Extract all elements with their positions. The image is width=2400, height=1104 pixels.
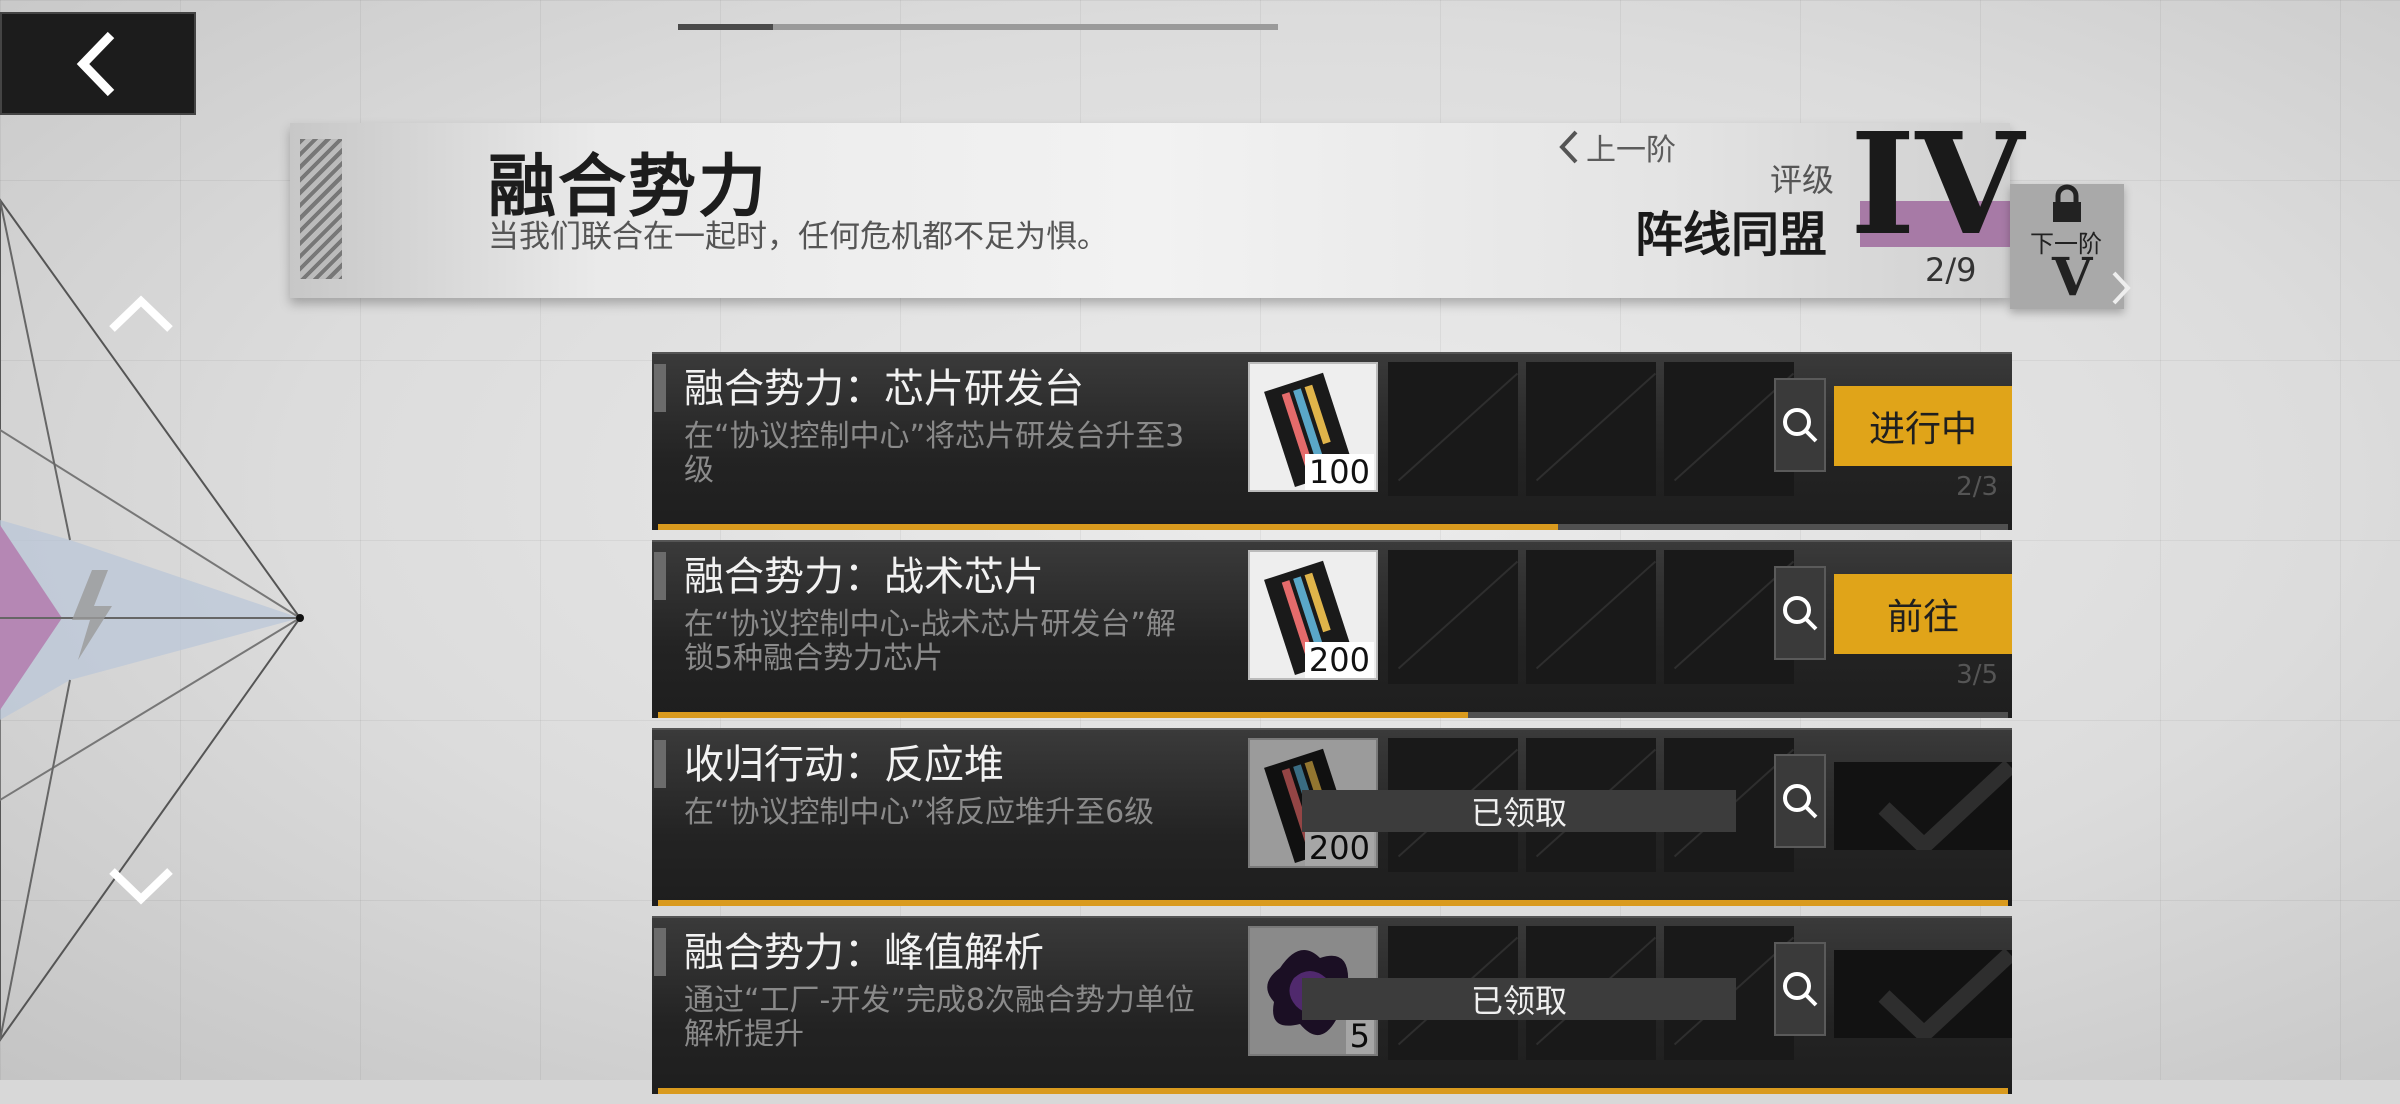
mission-item: 融合势力：峰值解析 通过“工厂-开发”完成8次融合势力单位解析提升 5 已领取 [652, 916, 2012, 1094]
progress-bar [658, 524, 2008, 530]
reward-item[interactable]: 100 [1248, 362, 1378, 492]
reward-count: 200 [1304, 642, 1374, 678]
mission-item: 收归行动：反应堆 在“协议控制中心”将反应堆升至6级 200 已领取 [652, 728, 2012, 906]
mission-title: 收归行动：反应堆 [684, 742, 1004, 788]
claimed-label: 已领取 [1302, 790, 1736, 832]
back-button[interactable] [0, 12, 196, 115]
chevron-down-icon [109, 868, 173, 905]
chevron-left-icon [76, 31, 115, 96]
progress-text: 3/5 [1956, 660, 1998, 690]
search-icon [1783, 784, 1818, 819]
mission-title: 融合势力：芯片研发台 [684, 366, 1084, 412]
chevron-left-icon [1559, 130, 1578, 164]
chevron-right-icon [2112, 271, 2131, 305]
chevron-up-icon [109, 295, 173, 332]
scroll-down-button[interactable] [106, 862, 176, 912]
progress-text: 2/3 [1956, 472, 1998, 502]
top-scroll-indicator [678, 24, 1278, 30]
progress-bar [658, 712, 2008, 718]
empty-slot [1388, 550, 1518, 684]
progress-bar [658, 1088, 2008, 1094]
banner-stripe [300, 139, 342, 279]
mission-description: 在“协议控制中心”将芯片研发台升至3级 [684, 419, 1185, 488]
empty-slot [1526, 550, 1656, 684]
detail-button[interactable] [1774, 566, 1826, 660]
next-tier-button[interactable]: 下一阶 V [2010, 184, 2131, 309]
grade-name: 阵线同盟 [1635, 207, 1828, 263]
search-icon [1783, 408, 1818, 443]
detail-button[interactable] [1774, 754, 1826, 848]
goto-button[interactable]: 前往 [1834, 574, 2012, 654]
completed-mark [1834, 762, 2012, 850]
grade-progress: 2/9 [1925, 251, 1977, 289]
search-icon [1783, 596, 1818, 631]
grade-numeral: IV [1850, 103, 2025, 267]
search-icon [1783, 972, 1818, 1007]
page-subtitle: 当我们联合在一起时，任何危机都不足为惧。 [488, 219, 1108, 255]
mission-item: 融合势力：战术芯片 在“协议控制中心-战术芯片研发台”解锁5种融合势力芯片 20… [652, 540, 2012, 718]
detail-button[interactable] [1774, 378, 1826, 472]
mission-title: 融合势力：战术芯片 [684, 554, 1044, 600]
prev-tier-label: 上一阶 [1586, 133, 1676, 168]
mission-title: 融合势力：峰值解析 [684, 930, 1044, 976]
claimed-label: 已领取 [1302, 978, 1736, 1020]
reward-item[interactable]: 200 [1248, 550, 1378, 680]
reward-count: 100 [1304, 454, 1374, 490]
prev-tier-button[interactable]: 上一阶 [1558, 125, 1676, 169]
lock-icon [2053, 184, 2081, 222]
mission-item: 融合势力：芯片研发台 在“协议控制中心”将芯片研发台升至3级 100 进行中 2… [652, 352, 2012, 530]
completed-mark [1834, 950, 2012, 1038]
mission-description: 在“协议控制中心-战术芯片研发台”解锁5种融合势力芯片 [684, 607, 1176, 676]
progress-bar [658, 900, 2008, 906]
empty-slot [1526, 362, 1656, 496]
detail-button[interactable] [1774, 942, 1826, 1036]
empty-slot [1388, 362, 1518, 496]
mission-description: 在“协议控制中心”将反应堆升至6级 [684, 795, 1155, 830]
scroll-up-button[interactable] [106, 288, 176, 338]
status-button[interactable]: 进行中 [1834, 386, 2012, 466]
next-tier-numeral: V [2052, 247, 2093, 308]
checkmark-icon [1878, 950, 2012, 1038]
mission-description: 通过“工厂-开发”完成8次融合势力单位解析提升 [684, 983, 1195, 1052]
checkmark-icon [1878, 762, 2012, 850]
mission-list: 融合势力：芯片研发台 在“协议控制中心”将芯片研发台升至3级 100 进行中 2… [652, 352, 2012, 1104]
header-banner: 融合势力 当我们联合在一起时，任何危机都不足为惧。 上一阶 评级 阵线同盟 IV… [290, 115, 2024, 298]
